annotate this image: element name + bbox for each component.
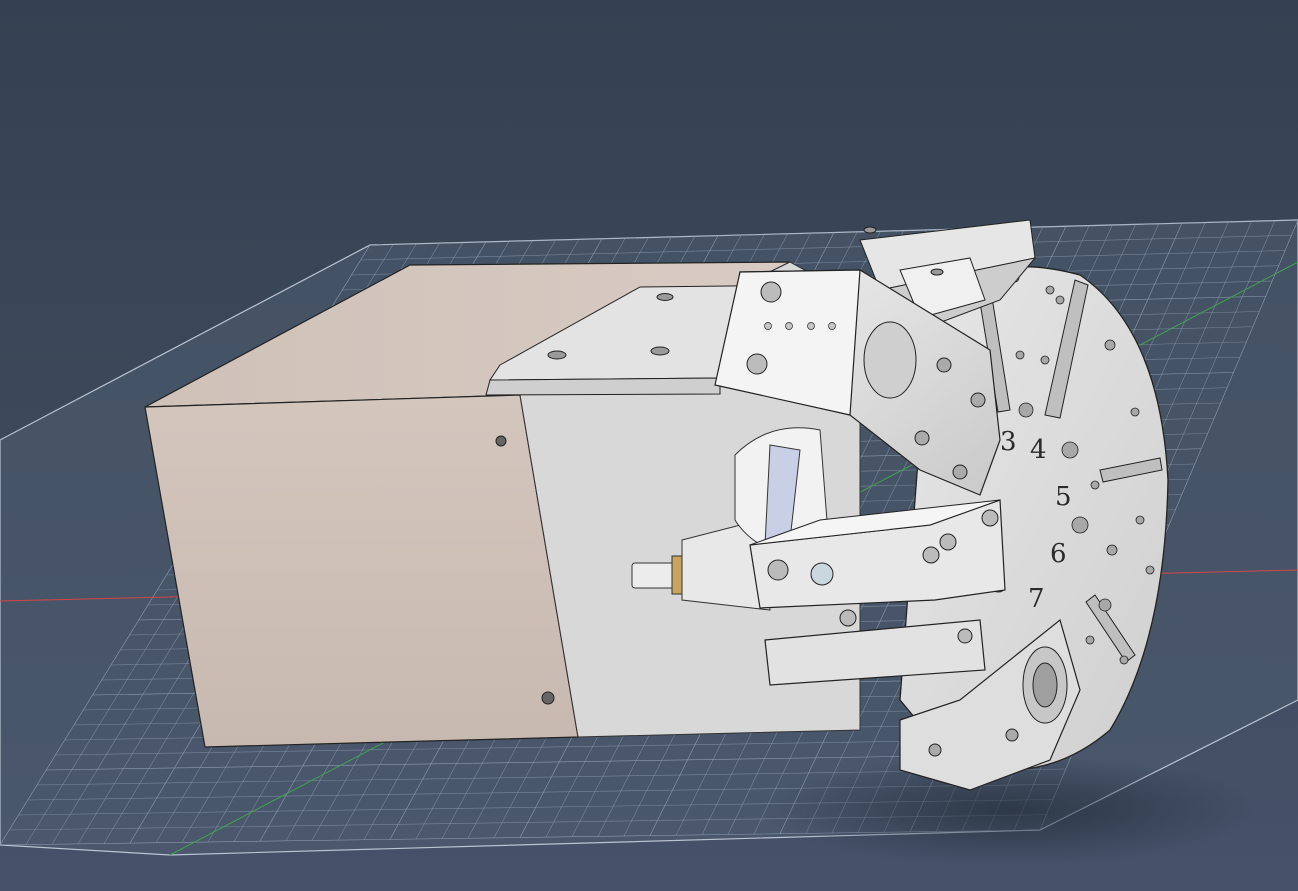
turret-station-label: 5 bbox=[1055, 482, 1072, 512]
mounting-hole bbox=[495, 435, 507, 447]
housing-front-face bbox=[144, 394, 579, 748]
3d-viewport[interactable]: 3 4 5 6 7 8 bbox=[0, 0, 1298, 891]
3d-scene: 3 4 5 6 7 8 bbox=[0, 219, 1298, 865]
turret-station-label: 4 bbox=[1030, 435, 1047, 465]
turret-station-label: 7 bbox=[1028, 584, 1045, 614]
turret-station-label: 6 bbox=[1050, 539, 1067, 569]
turret-station-label: 3 bbox=[1000, 427, 1017, 457]
mounting-hole bbox=[541, 691, 555, 705]
